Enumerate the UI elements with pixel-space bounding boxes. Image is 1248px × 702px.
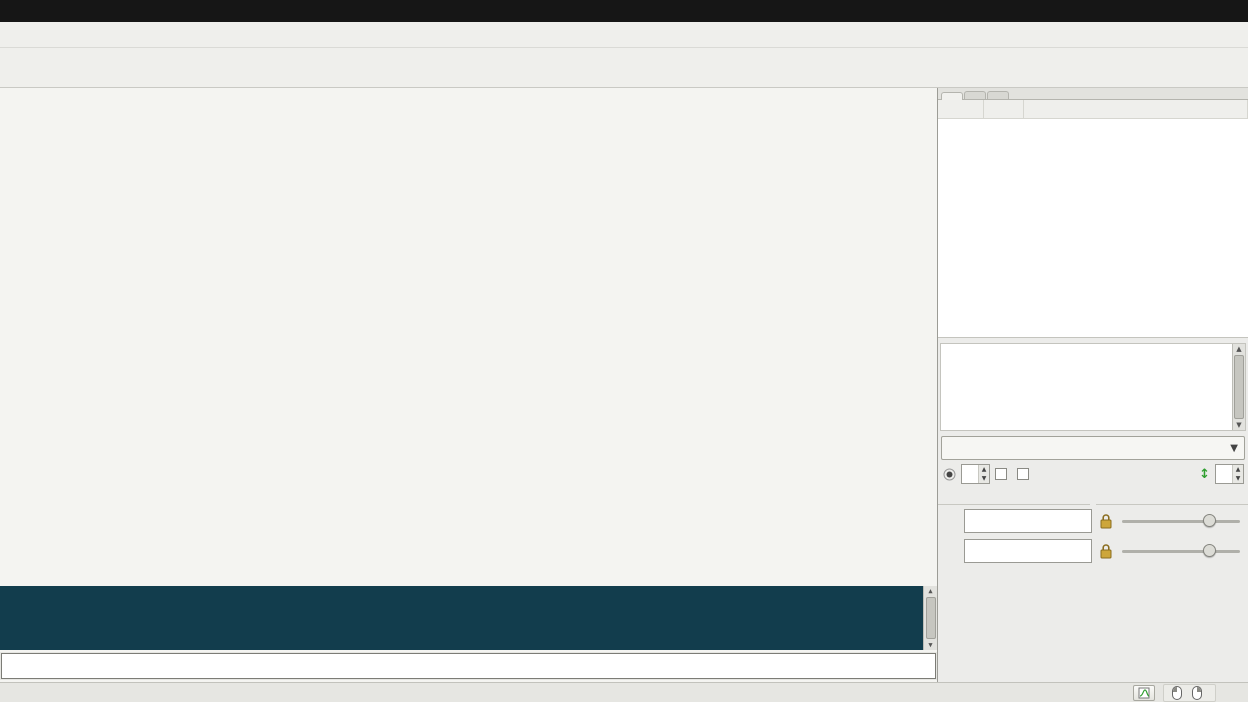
- x1-slider[interactable]: [1120, 511, 1242, 531]
- spinner-arrows[interactable]: ▲▼: [1232, 465, 1243, 483]
- tab-data[interactable]: [941, 92, 963, 100]
- column-header-no: [938, 100, 984, 118]
- column-header-ff: [984, 100, 1024, 118]
- y1-slider[interactable]: [1120, 541, 1242, 561]
- lock-icon[interactable]: [1097, 513, 1115, 529]
- dataset-ops: [938, 486, 1248, 492]
- statusbar: [0, 682, 1248, 702]
- y1-row: [938, 535, 1248, 565]
- point-size-spinner[interactable]: ▲▼: [961, 464, 990, 484]
- scroll-thumb[interactable]: [926, 597, 936, 639]
- dataset-table-header: [938, 100, 1248, 119]
- slider-track: [1122, 550, 1240, 553]
- fityk-window: ▲ ▼: [0, 0, 1248, 702]
- dataset-info: ▲ ▼: [940, 343, 1246, 431]
- tab-variables[interactable]: [987, 91, 1009, 99]
- chevron-down-icon: ▼: [1230, 443, 1238, 454]
- mouse-hints: [1163, 684, 1216, 702]
- data-shift-icon: ↕: [1199, 467, 1210, 482]
- scroll-up-icon[interactable]: ▲: [1236, 344, 1241, 354]
- plot-pane: ▲ ▼: [0, 88, 938, 682]
- sidebar-tabs: [938, 88, 1248, 100]
- column-header-name: [1024, 100, 1248, 118]
- console-scrollbar[interactable]: ▲ ▼: [923, 586, 937, 650]
- info-scrollbar[interactable]: ▲ ▼: [1232, 344, 1245, 430]
- output-console: ▲ ▼: [0, 586, 937, 650]
- scroll-down-icon[interactable]: ▼: [1236, 420, 1241, 430]
- datasets-filter-select[interactable]: ▼: [941, 436, 1245, 460]
- tab-functions[interactable]: [964, 91, 986, 99]
- x1-input[interactable]: [964, 509, 1092, 533]
- mouse-hints-button[interactable]: [1133, 685, 1155, 701]
- mouse-left-button-icon: [1172, 686, 1182, 700]
- menubar: [0, 22, 1248, 48]
- sidebar: ▲ ▼ ▼ ▲▼: [938, 88, 1248, 682]
- y1-input[interactable]: [964, 539, 1092, 563]
- main-plot-canvas[interactable]: [0, 88, 937, 485]
- scroll-thumb[interactable]: [1234, 355, 1244, 419]
- line-checkbox[interactable]: [995, 468, 1007, 480]
- command-input-row: [0, 652, 937, 680]
- data-shift-value: [1216, 465, 1232, 483]
- main-area: ▲ ▼: [0, 88, 1248, 682]
- point-size-icon: [942, 467, 956, 481]
- sigma-checkbox[interactable]: [1017, 468, 1029, 480]
- scroll-up-icon[interactable]: ▲: [928, 586, 932, 596]
- spinner-arrows[interactable]: ▲▼: [978, 465, 989, 483]
- slider-handle[interactable]: [1203, 514, 1216, 527]
- titlebar: [0, 0, 1248, 22]
- aux-plot-canvas[interactable]: [0, 487, 937, 583]
- lock-icon[interactable]: [1097, 543, 1115, 559]
- command-input[interactable]: [1, 653, 936, 679]
- slider-track: [1122, 520, 1240, 523]
- data-shift-spinner[interactable]: ▲▼: [1215, 464, 1244, 484]
- dataset-table: [938, 100, 1248, 338]
- mouse-right-button-icon: [1192, 686, 1202, 700]
- point-size-value: [962, 465, 978, 483]
- x1-row: [938, 505, 1248, 535]
- scroll-down-icon[interactable]: ▼: [928, 640, 932, 650]
- slider-handle[interactable]: [1203, 544, 1216, 557]
- plot-style-controls: ▲▼ ↕ ▲▼: [938, 460, 1248, 486]
- toolbar: [0, 48, 1248, 88]
